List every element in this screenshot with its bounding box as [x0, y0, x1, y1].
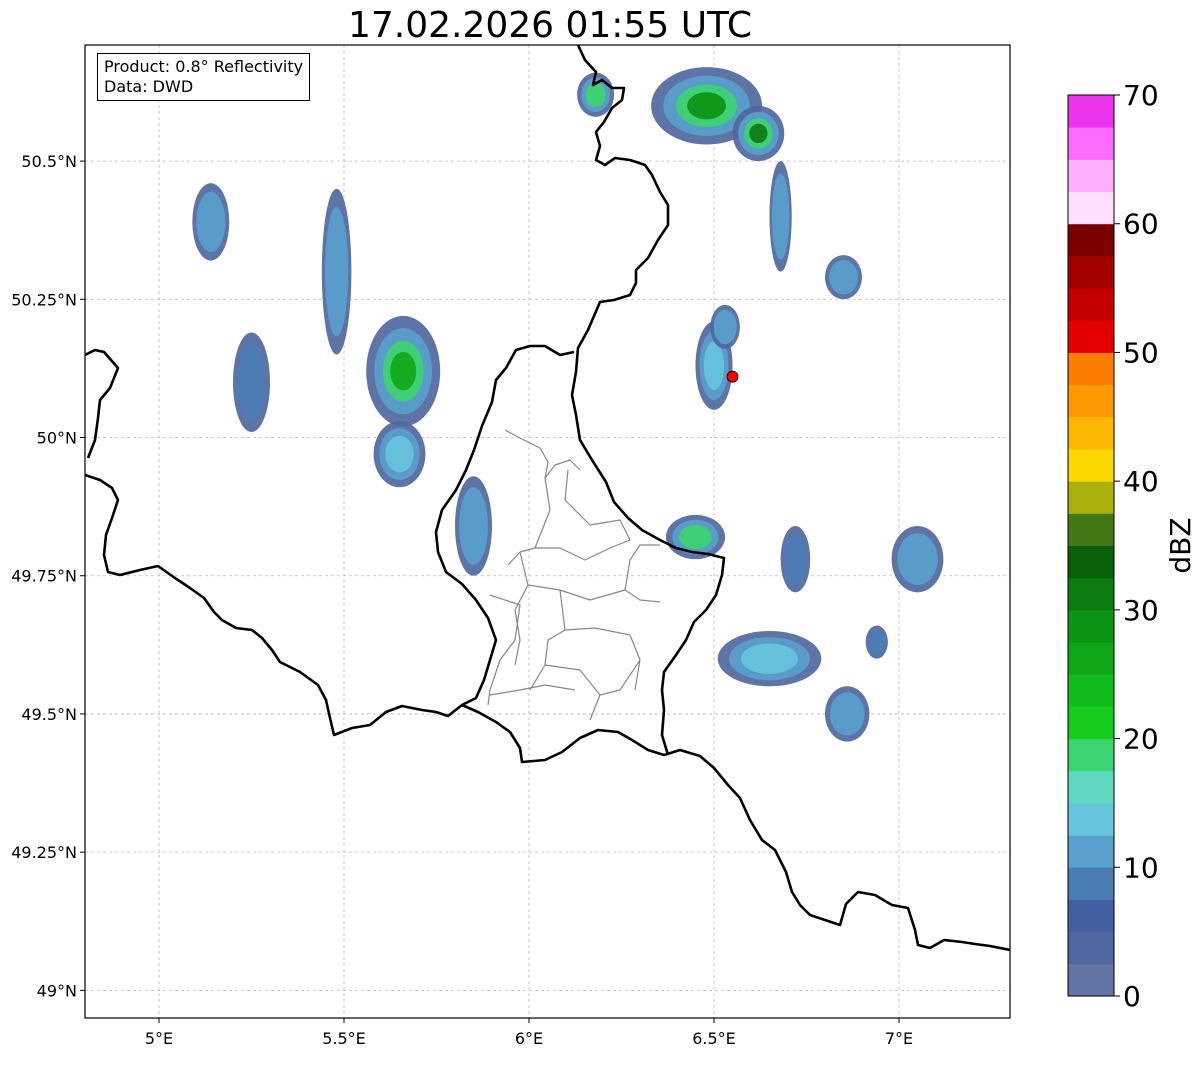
y-tick-label: 49°N [37, 981, 77, 1000]
colorbar-segment [1068, 609, 1114, 643]
radar-echo [783, 533, 807, 586]
x-tick-label: 5°E [145, 1029, 173, 1048]
colorbar-tick-label: 30 [1123, 594, 1159, 627]
colorbar-tick-label: 60 [1123, 208, 1159, 241]
colorbar-label: dBZ [1164, 517, 1197, 573]
colorbar-segment [1068, 577, 1114, 611]
radar-echo [679, 524, 712, 550]
radar-echo [459, 487, 488, 565]
colorbar-segment [1068, 159, 1114, 193]
colorbar-segment [1068, 95, 1114, 128]
colorbar-tick-label: 10 [1123, 851, 1159, 884]
radar-echo [868, 629, 886, 656]
radar-echo [385, 435, 414, 473]
colorbar-segment [1068, 481, 1114, 514]
colorbar-segment [1068, 931, 1114, 965]
radar-echo [771, 173, 790, 260]
radar-site-marker [726, 370, 739, 383]
radar-echo [687, 92, 727, 120]
colorbar-segment [1068, 288, 1114, 321]
colorbar-segment [1068, 255, 1114, 289]
y-tick-label: 49.5°N [21, 705, 77, 724]
colorbar-tick-label: 50 [1123, 336, 1159, 369]
y-tick-label: 49.25°N [11, 843, 77, 862]
product-label: Product: 0.8° Reflectivity [104, 57, 304, 76]
colorbar-segment [1068, 191, 1114, 225]
radar-map: 5°E 5.5°E 6°E 6.5°E 7°E 49°N 49.25°N 49.5°N 49.7… [11, 44, 1197, 1048]
radar-echo [390, 351, 417, 391]
radar-echo [741, 643, 798, 674]
y-tick-label: 50°N [37, 429, 77, 448]
info-box: Product: 0.8° Reflectivity Data: DWD [97, 53, 311, 101]
y-tick-label: 50.25°N [11, 290, 77, 309]
colorbar-segment [1068, 835, 1114, 868]
colorbar-segment [1068, 545, 1114, 579]
radar-echo [829, 259, 858, 295]
x-tick-label: 6.5°E [692, 1029, 736, 1048]
radar-site-layer [726, 370, 739, 383]
axis-ticks: 5°E 5.5°E 6°E 6.5°E 7°E 49°N 49.25°N 49.5°N 49.7… [11, 152, 913, 1048]
x-tick-label: 7°E [885, 1029, 913, 1048]
colorbar-segment [1068, 738, 1114, 772]
luxembourg-canton-borders [487, 429, 661, 721]
colorbar-tick-label: 20 [1123, 723, 1159, 756]
data-source-label: Data: DWD [104, 77, 194, 96]
colorbar-segment [1068, 127, 1114, 160]
radar-echo [897, 533, 938, 586]
colorbar: 0 10 20 30 40 50 60 70 dBZ [1067, 79, 1197, 1013]
colorbar-segment [1068, 223, 1114, 257]
colorbar-segment [1068, 963, 1114, 997]
colorbar-segment [1068, 899, 1114, 933]
colorbar-tick-label: 40 [1123, 465, 1159, 498]
y-tick-label: 50.5°N [21, 152, 77, 171]
radar-echo [325, 206, 349, 337]
colorbar-segment [1068, 416, 1114, 450]
colorbar-segment [1068, 448, 1114, 482]
y-tick-label: 49.75°N [11, 567, 77, 586]
map-frame [84, 44, 1011, 1019]
colorbar-segment [1068, 384, 1114, 418]
colorbar-segment [1068, 674, 1114, 707]
radar-echo [713, 309, 737, 345]
radar-echo-layer [192, 67, 944, 742]
colorbar-tick-label: 0 [1123, 980, 1141, 1013]
colorbar-tick-label: 70 [1123, 79, 1159, 112]
colorbar-segment [1068, 802, 1114, 836]
colorbar-segment [1068, 352, 1114, 386]
colorbar-segment [1068, 320, 1114, 353]
colorbar-segment [1068, 642, 1114, 675]
x-tick-label: 6°E [515, 1029, 543, 1048]
radar-echo [196, 191, 226, 253]
x-tick-label: 5.5°E [322, 1029, 366, 1048]
border-layer [85, 45, 1010, 952]
colorbar-segment [1068, 706, 1114, 740]
radar-echo [829, 692, 865, 736]
radar-echo [703, 341, 725, 390]
gridlines [85, 45, 1010, 1018]
radar-echo [585, 82, 606, 107]
radar-echo [237, 343, 266, 422]
colorbar-segment [1068, 770, 1114, 804]
radar-echo [749, 123, 768, 144]
colorbar-segment [1068, 867, 1114, 900]
colorbar-segment [1068, 513, 1114, 546]
